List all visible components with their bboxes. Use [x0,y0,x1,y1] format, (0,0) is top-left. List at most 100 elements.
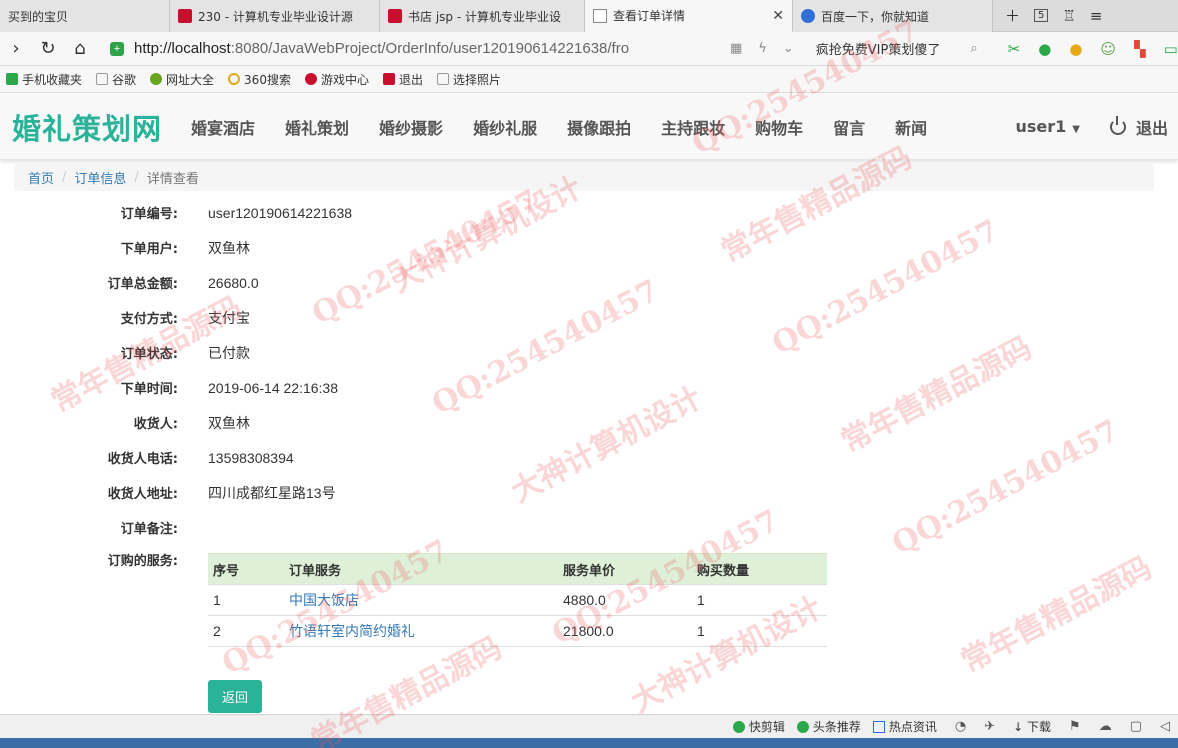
bookmark-mobile[interactable]: 手机收藏夹 [6,71,82,88]
status-headlines[interactable]: 头条推荐 [796,718,861,735]
service-link[interactable]: 竹语轩室内简约婚礼 [289,623,415,639]
breadcrumb-section[interactable]: 订单信息 [74,168,126,187]
logout-link[interactable]: 退出 [1109,115,1168,139]
field-value: 四川成都红星路13号 [208,484,336,501]
menu-item-cart[interactable]: 购物车 [740,115,818,139]
lightning-icon[interactable]: ϟ [758,41,767,56]
home-icon[interactable]: ⌂ [64,38,96,59]
menu-item-planning[interactable]: 婚礼策划 [270,115,364,139]
brand-logo[interactable]: 婚礼策划网 [12,106,162,148]
field-value: 支付宝 [208,309,250,326]
url-input[interactable]: + http://localhost:8080/JavaWebProject/O… [110,36,720,62]
services-section: 订购的服务: 序号 订单服务 服务单价 购买数量 1 中国大饭店 4880.0 … [0,547,900,647]
user-dropdown[interactable]: user1 ▼ [1015,117,1080,136]
browser-tab-active[interactable]: 查看订单详情 ✕ [585,0,793,32]
tab-tools: ＋ 5 ♖ ≡ [993,0,1102,31]
status-download[interactable]: ↓ 下载 [1013,718,1051,735]
shirt-skin-icon[interactable]: ♖ [1062,7,1075,25]
status-hot-news[interactable]: 热点资讯 [872,718,937,735]
address-bar: › ↻ ⌂ + http://localhost:8080/JavaWebPro… [0,32,1178,66]
bookmark-label: 360搜索 [244,72,291,87]
bookmark-games[interactable]: 游戏中心 [304,71,369,88]
chevron-down-icon[interactable]: ⌄ [783,41,794,56]
speed-icon[interactable]: ◔ [955,719,966,734]
menu-item-dress[interactable]: 婚纱礼服 [458,115,552,139]
menu-item-hotel[interactable]: 婚宴酒店 [176,115,270,139]
url-host: http://localhost [134,40,231,57]
logout-label: 退出 [1135,118,1168,138]
tab-label: 百度一下，你就知道 [821,9,930,24]
user-name: user1 [1015,117,1067,136]
field-user: 下单用户: 双鱼林 [0,230,900,265]
coin-icon[interactable]: ● [1069,40,1082,58]
volume-icon[interactable]: ◁ [1160,719,1170,734]
menu-item-photo[interactable]: 婚纱摄影 [364,115,458,139]
tab-counter[interactable]: 5 [1034,9,1049,22]
page-icon [436,73,449,85]
refresh-icon[interactable]: ↻ [32,38,64,59]
document-icon [593,8,607,23]
battery-icon[interactable]: ▭ [1164,40,1178,58]
field-value: 13598308394 [208,449,294,466]
browser-tab-2[interactable]: 230 - 计算机专业毕业设计源 [170,0,380,32]
url-path: :8080/JavaWebProject/OrderInfo/user12019… [230,40,630,57]
services-table: 序号 订单服务 服务单价 购买数量 1 中国大饭店 4880.0 1 2 竹语轩… [208,553,827,647]
browser-tab-5[interactable]: 百度一下，你就知道 [793,0,993,32]
translate-icon[interactable]: ● [1038,40,1051,58]
bookmark-label: 游戏中心 [320,72,369,87]
breadcrumb-separator: / [134,169,139,185]
browser-tab-3[interactable]: 书店 jsp - 计算机专业毕业设 [380,0,585,32]
site-favicon-icon [382,73,395,85]
user-area: user1 ▼ 退出 [1015,115,1168,139]
menu-item-host[interactable]: 主持跟妆 [646,115,740,139]
cell-service: 竹语轩室内简约婚礼 [284,615,558,647]
status-quick-clip[interactable]: 快剪辑 [732,718,785,735]
cell-price: 4880.0 [558,584,692,616]
bookmark-label: 退出 [398,72,423,87]
menu-item-video[interactable]: 摄像跟拍 [552,115,646,139]
os-taskbar [0,738,1178,748]
field-label: 订单备注: [120,522,178,537]
field-value: 已付款 [208,344,250,361]
field-label: 收货人: [133,417,178,432]
back-button[interactable]: 返回 [208,680,262,713]
new-tab-plus-icon[interactable]: ＋ [1005,5,1020,26]
menu-icon[interactable]: ≡ [1090,7,1103,25]
grid-icon[interactable]: ▦ [730,41,742,56]
field-label: 订单总金额: [107,277,178,292]
flag-icon[interactable]: ⚑ [1069,719,1081,734]
browser-tab-1[interactable]: 买到的宝贝 [0,0,170,32]
window-icon[interactable]: ▢ [1130,719,1142,734]
menu-item-news[interactable]: 新闻 [880,115,942,139]
360-search-icon [228,73,241,85]
col-header-price: 服务单价 [558,553,692,585]
browser-status-bar: 快剪辑 头条推荐 热点资讯 ◔ ✈ ↓ 下载 ⚑ ☁ ▢ ◁ [0,714,1178,738]
rocket-icon[interactable]: ✈ [984,719,995,734]
search-icon[interactable]: ⌕ [970,41,977,56]
apps-icon[interactable]: ▚ [1134,40,1146,58]
field-value: 双鱼林 [208,414,250,431]
bookmark-hao[interactable]: 网址大全 [150,71,214,88]
service-link[interactable]: 中国大饭店 [289,592,359,608]
bookmark-logout[interactable]: 退出 [382,71,423,88]
tab-label: 书店 jsp - 计算机专业毕业设 [408,9,561,24]
close-icon[interactable]: ✕ [772,8,784,24]
tab-label: 买到的宝贝 [8,9,69,24]
cloud-icon[interactable]: ☁ [1099,719,1112,734]
field-status: 订单状态: 已付款 [0,335,900,370]
field-remark: 订单备注: [0,510,900,545]
breadcrumb-separator: / [62,169,67,185]
promo-text[interactable]: 疯抢免费VIP策划傻了 [816,39,941,58]
bookmark-360[interactable]: 360搜索 [228,71,291,88]
emoji-icon[interactable]: ☺ [1100,40,1116,58]
bookmark-google[interactable]: 谷歌 [96,71,136,88]
scissors-icon[interactable]: ✂ [1008,40,1021,58]
secure-shield-icon: + [110,41,124,56]
col-header-no: 序号 [208,553,284,585]
field-receiver: 收货人: 双鱼林 [0,405,900,440]
forward-icon[interactable]: › [0,38,32,59]
menu-item-message[interactable]: 留言 [818,115,880,139]
bookmark-photos[interactable]: 选择照片 [436,71,501,88]
site-navbar: 婚礼策划网 婚宴酒店 婚礼策划 婚纱摄影 婚纱礼服 摄像跟拍 主持跟妆 购物车 … [0,94,1178,160]
breadcrumb-home[interactable]: 首页 [28,168,54,187]
